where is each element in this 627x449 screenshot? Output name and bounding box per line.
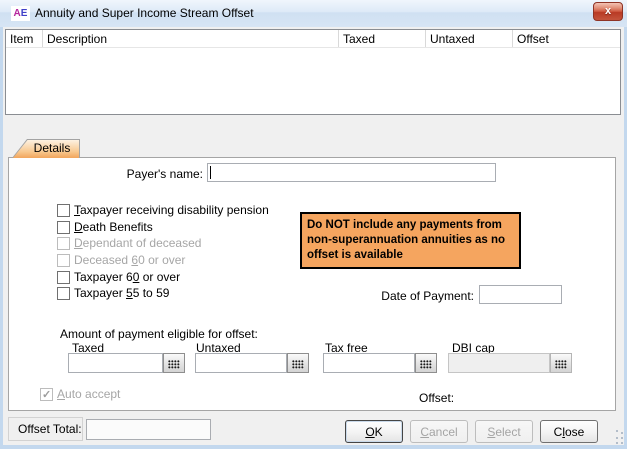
offset-label: Offset: <box>419 391 454 405</box>
select-button: Select <box>475 420 533 443</box>
app-logo-icon: AE <box>11 6 30 21</box>
text-caret <box>210 166 211 179</box>
checkbox-box[interactable] <box>57 204 70 217</box>
taxed-input[interactable] <box>68 353 163 373</box>
checkbox-label: Auto accept <box>57 388 120 401</box>
taxed-field-group <box>68 353 185 373</box>
dbi-cap-calculator-button <box>550 353 572 373</box>
badge-letter-a: A <box>14 8 21 19</box>
keypad-icon <box>292 360 304 369</box>
offset-total-input <box>86 419 211 440</box>
close-icon: x <box>605 5 611 17</box>
date-of-payment-input[interactable] <box>479 285 562 304</box>
grip-dots <box>616 430 618 432</box>
dbi-cap-input <box>448 353 550 373</box>
warning-note: Do NOT include any payments from non-sup… <box>300 212 521 269</box>
keypad-icon <box>555 360 567 369</box>
grid-header-item[interactable]: Item <box>6 30 42 47</box>
taxed-calculator-button[interactable] <box>163 353 185 373</box>
amount-heading: Amount of payment eligible for offset: <box>60 327 258 341</box>
checkbox-box <box>57 237 70 250</box>
close-dialog-button[interactable]: Close <box>540 420 598 443</box>
grid-header-taxed[interactable]: Taxed <box>338 30 425 47</box>
grid-header-description[interactable]: Description <box>42 30 338 47</box>
tax-free-calculator-button[interactable] <box>415 353 437 373</box>
resize-grip[interactable] <box>616 430 625 445</box>
offset-total-label: Offset Total: <box>8 417 83 441</box>
offset-items-grid[interactable]: Item Description Taxed Untaxed Offset <box>5 29 621 115</box>
checkbox-box <box>57 254 70 267</box>
checkbox-box[interactable] <box>57 287 70 300</box>
keypad-icon <box>420 360 432 369</box>
badge-letter-e: E <box>21 8 28 19</box>
checkbox-box[interactable] <box>57 221 70 234</box>
grid-empty-body[interactable] <box>6 48 620 114</box>
tax-free-input[interactable] <box>323 353 415 373</box>
checkbox-label: Taxpayer 60 or over <box>74 271 180 284</box>
checkbox-label: Taxpayer 55 to 59 <box>74 287 169 300</box>
untaxed-input[interactable] <box>195 353 287 373</box>
dialog-window: AE Annuity and Super Income Stream Offse… <box>0 0 627 449</box>
grid-header-row: Item Description Taxed Untaxed Offset <box>6 30 620 48</box>
dbi-cap-field-group <box>448 353 572 373</box>
window-title: Annuity and Super Income Stream Offset <box>35 6 254 20</box>
checkbox-box <box>40 388 53 401</box>
title-bar[interactable]: AE Annuity and Super Income Stream Offse… <box>0 0 627 27</box>
payer-name-input[interactable] <box>207 163 496 182</box>
untaxed-field-group <box>195 353 309 373</box>
grid-header-untaxed[interactable]: Untaxed <box>425 30 512 47</box>
untaxed-calculator-button[interactable] <box>287 353 309 373</box>
checkbox-label: Dependant of deceased <box>74 237 201 250</box>
date-of-payment-label: Date of Payment: <box>360 289 474 303</box>
checkbox-label: Taxpayer receiving disability pension <box>74 204 269 217</box>
grid-header-offset[interactable]: Offset <box>512 30 620 47</box>
checkbox-label: Deceased 60 or over <box>74 254 185 267</box>
keypad-icon <box>168 360 180 369</box>
cancel-button: Cancel <box>410 420 468 443</box>
checkbox-label: Death Benefits <box>74 221 153 234</box>
tax-free-field-group <box>323 353 437 373</box>
ok-button[interactable]: OK <box>345 420 403 443</box>
payer-name-label: Payer's name: <box>90 167 203 181</box>
close-button[interactable]: x <box>593 2 623 21</box>
checkbox-box[interactable] <box>57 271 70 284</box>
